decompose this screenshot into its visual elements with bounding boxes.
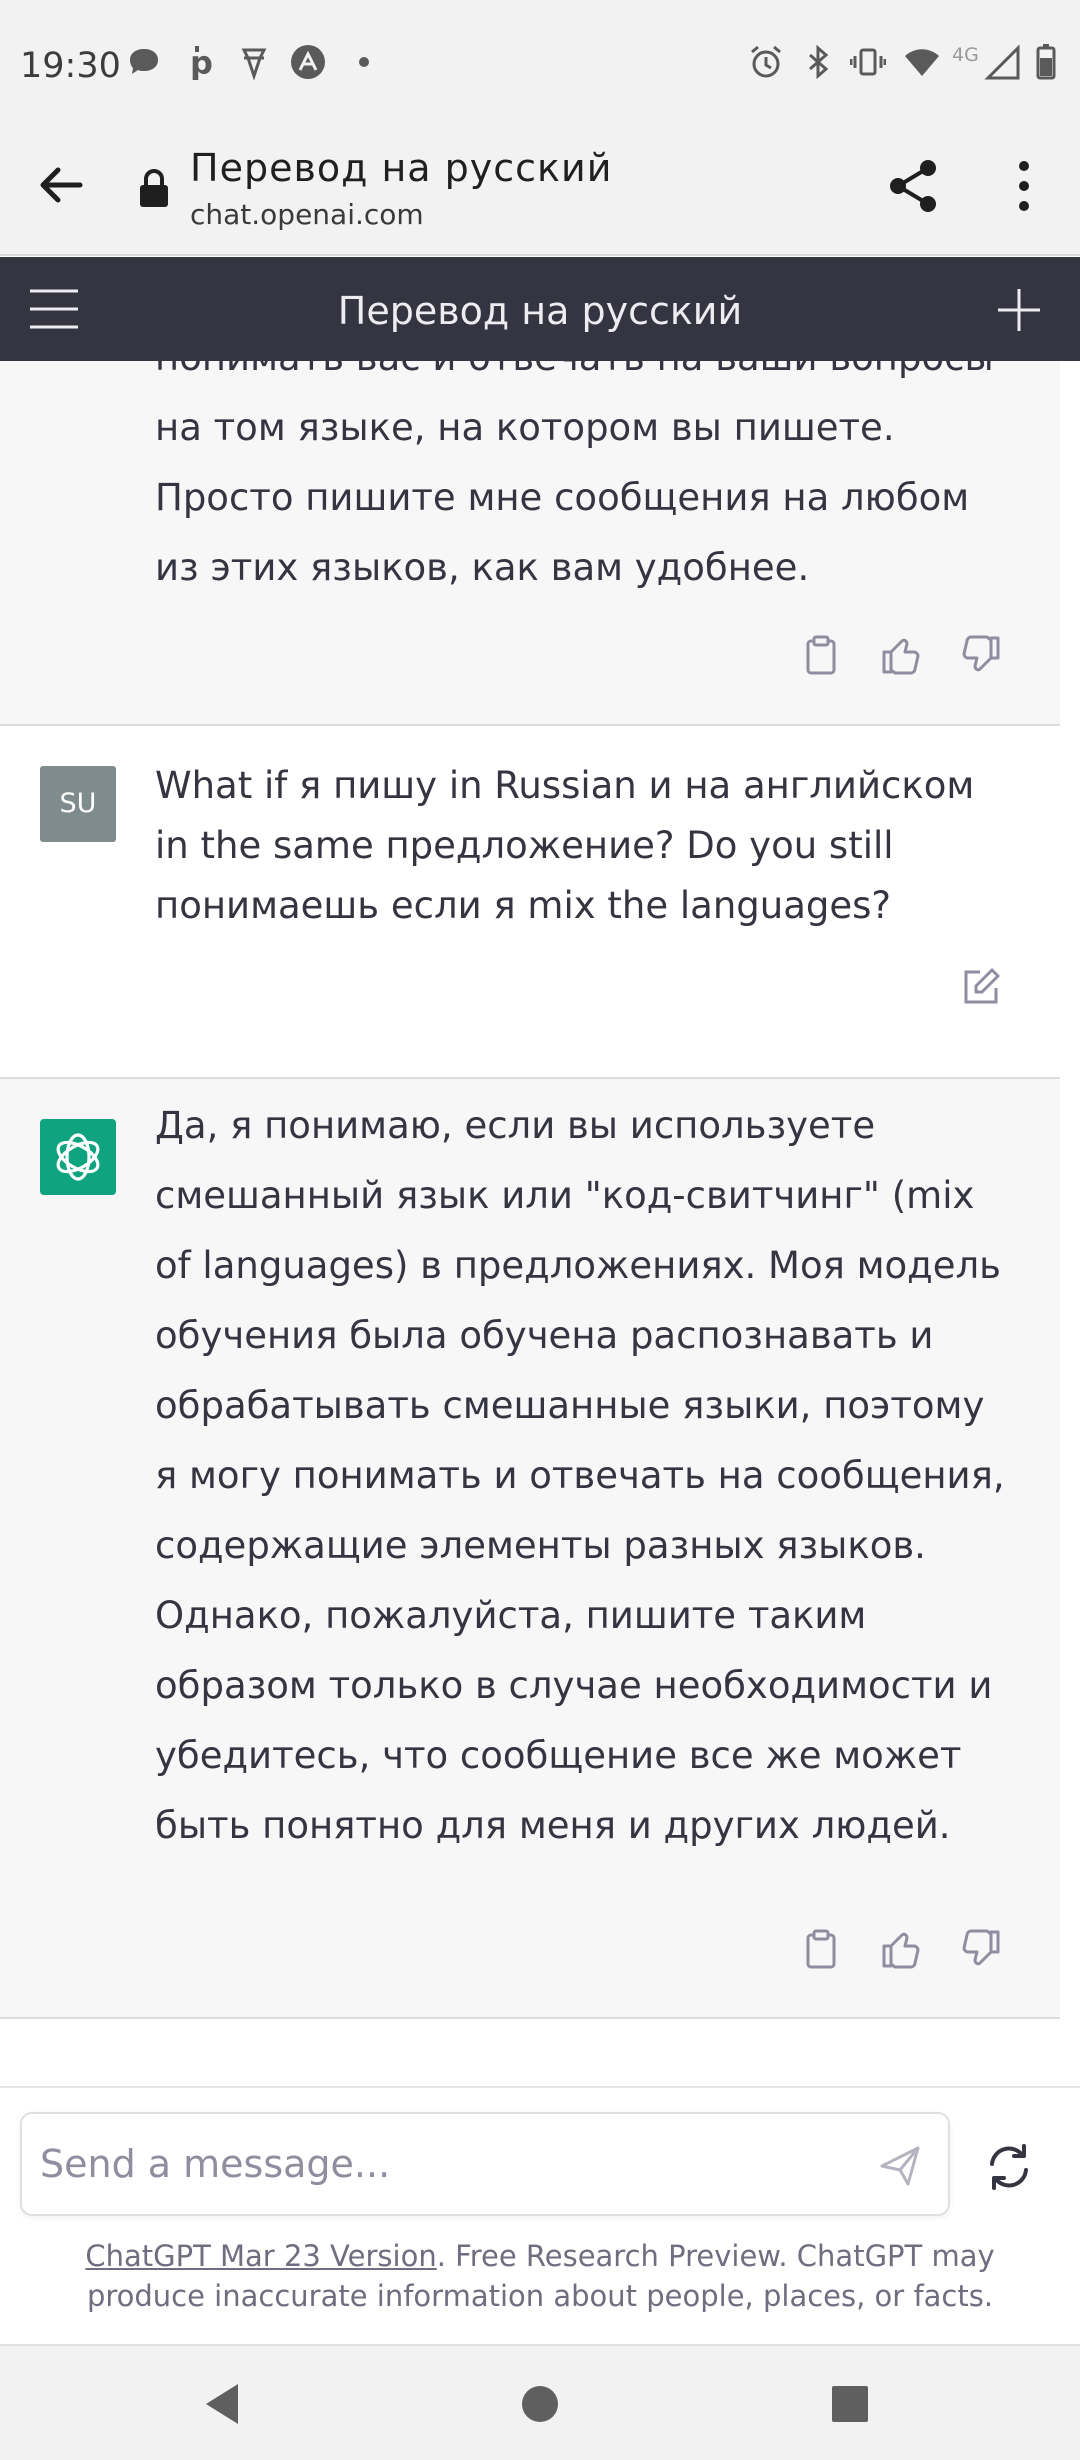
browser-page-title: Перевод на русский xyxy=(190,146,613,190)
send-icon[interactable] xyxy=(878,2144,922,2188)
message-input-box[interactable] xyxy=(20,2112,950,2216)
sync-app-icon xyxy=(291,45,325,79)
assistant-message: понимать вас и отвечать на ваши вопросы … xyxy=(0,361,1060,726)
message-thread: понимать вас и отвечать на ваши вопросы … xyxy=(0,361,1060,2086)
browser-url[interactable]: chat.openai.com xyxy=(190,198,424,231)
bluetooth-icon xyxy=(809,44,829,80)
more-notifications-dot-icon xyxy=(359,57,369,67)
partial-line: понимать вас и отвечать на ваши вопросы xyxy=(155,361,1005,393)
more-vert-icon[interactable] xyxy=(1004,158,1044,214)
message-text: Да, я понимаю, если вы используете смеша… xyxy=(155,1104,1005,1847)
lock-icon xyxy=(140,169,168,207)
message-text: What if я пишу in Russian и на английско… xyxy=(155,764,975,927)
thumbs-up-icon[interactable] xyxy=(880,1928,922,1970)
cellular-signal-icon xyxy=(984,44,1020,80)
chat-title: Перевод на русский xyxy=(337,289,743,333)
assistant-message: Да, я понимаю, если вы используете смеша… xyxy=(0,1079,1060,2019)
thumbs-down-icon[interactable] xyxy=(960,1928,1002,1970)
regenerate-icon[interactable] xyxy=(982,2140,1036,2194)
p-app-icon: p xyxy=(190,44,213,80)
system-nav-bar xyxy=(0,2344,1080,2460)
chat-header: Перевод на русский xyxy=(0,257,1080,361)
message-divider xyxy=(0,2017,1060,2019)
vibrate-icon xyxy=(850,48,886,76)
nav-home-icon[interactable] xyxy=(516,2380,564,2428)
share-icon[interactable] xyxy=(886,158,942,214)
chatgpt-logo-icon xyxy=(40,1119,116,1195)
copy-icon[interactable] xyxy=(800,634,842,676)
alarm-icon xyxy=(751,45,781,78)
message-input[interactable] xyxy=(40,2132,840,2196)
diamond-app-icon xyxy=(241,48,267,80)
footer-disclaimer: ChatGPT Mar 23 Version. Free Research Pr… xyxy=(40,2236,1040,2316)
version-link[interactable]: ChatGPT Mar 23 Version xyxy=(85,2239,436,2273)
wifi-icon xyxy=(905,49,939,76)
nav-recents-icon[interactable] xyxy=(826,2380,874,2428)
chat-notification-icon xyxy=(130,49,158,74)
message-text: на том языке, на котором вы пишете. Прос… xyxy=(155,406,970,589)
edit-message-icon[interactable] xyxy=(960,966,1002,1008)
browser-toolbar: Перевод на русский chat.openai.com xyxy=(0,130,1080,256)
user-avatar: SU xyxy=(40,766,116,842)
svg-text:p: p xyxy=(190,44,213,80)
battery-icon xyxy=(1036,44,1056,80)
status-bar: 19:30 p 4G xyxy=(0,0,1080,130)
copy-icon[interactable] xyxy=(800,1928,842,1970)
new-chat-plus-icon[interactable] xyxy=(996,287,1042,333)
nav-back-icon[interactable] xyxy=(200,2380,248,2428)
composer-area: ChatGPT Mar 23 Version. Free Research Pr… xyxy=(0,2086,1080,2344)
back-arrow-icon[interactable] xyxy=(36,160,86,210)
thumbs-up-icon[interactable] xyxy=(880,634,922,676)
status-time: 19:30 xyxy=(20,46,121,86)
thumbs-down-icon[interactable] xyxy=(960,634,1002,676)
network-type-label: 4G xyxy=(952,44,979,66)
user-message: SU What if я пишу in Russian и на англий… xyxy=(0,726,1060,1079)
